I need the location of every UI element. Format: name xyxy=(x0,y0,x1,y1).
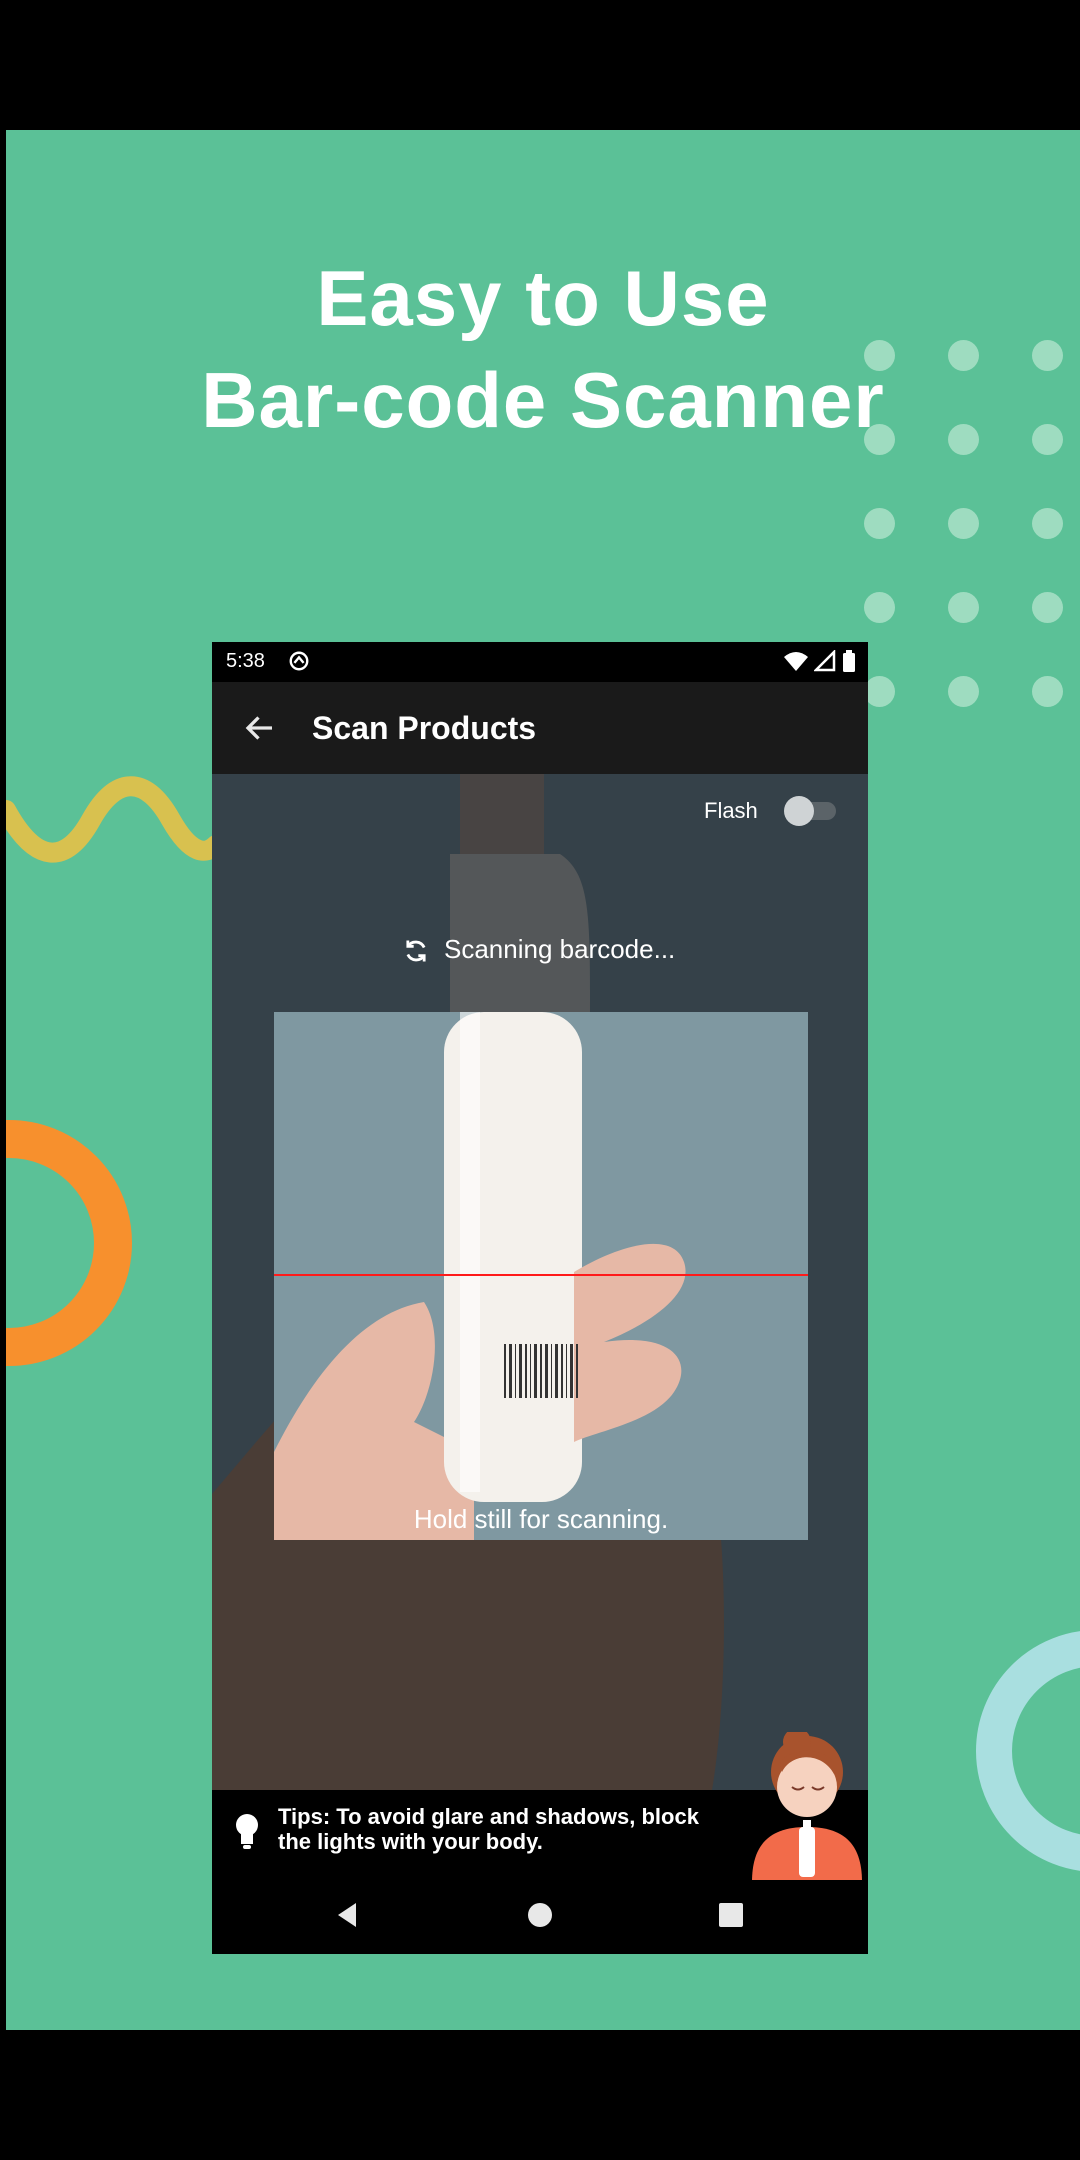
flash-toggle[interactable] xyxy=(784,796,840,826)
scan-frame xyxy=(274,1012,808,1540)
back-triangle-icon[interactable] xyxy=(332,1900,362,1930)
page-title: Scan Products xyxy=(312,710,537,746)
status-bar: 5:38 xyxy=(212,642,868,682)
back-arrow-icon[interactable] xyxy=(242,710,278,746)
status-time: 5:38 xyxy=(226,650,265,672)
recents-square-icon[interactable] xyxy=(716,1900,746,1930)
decorative-orange-ring xyxy=(6,1120,132,1366)
battery-icon xyxy=(843,650,855,672)
refresh-icon xyxy=(406,940,426,962)
hold-still-text: Hold still for scanning. xyxy=(413,1504,669,1534)
scan-line xyxy=(274,1274,808,1276)
lightbulb-icon xyxy=(236,1814,258,1849)
camera-viewfinder: Flash Scanning barcode... Hold still for… xyxy=(212,774,868,1790)
bottle-in-hand-image xyxy=(274,1012,686,1540)
decorative-teal-ring xyxy=(976,1630,1080,1872)
decorative-squiggle xyxy=(6,776,216,863)
system-icons xyxy=(783,648,856,678)
app-bar: Scan Products xyxy=(212,682,868,774)
headline-line1: Easy to Use xyxy=(316,254,770,342)
home-circle-icon[interactable] xyxy=(525,1900,555,1930)
flash-label: Flash xyxy=(704,798,758,823)
tips-text: Tips: To avoid glare and shadows, block … xyxy=(278,1804,699,1854)
signal-icon xyxy=(813,648,836,672)
promo-card: Easy to Use Bar-code Scanner 5:38 Scan P… xyxy=(6,130,1080,2030)
headline-line2: Bar-code Scanner xyxy=(201,356,885,444)
phone-screenshot: 5:38 Scan Products Flash Scanning barcod… xyxy=(212,642,868,1954)
sync-icon xyxy=(289,651,309,671)
mascot-illustration xyxy=(752,1732,862,1882)
wifi-icon xyxy=(783,652,808,671)
scanning-text: Scanning barcode... xyxy=(444,934,676,964)
scan-status: Scanning barcode... xyxy=(402,934,675,965)
system-nav-bar xyxy=(212,1880,868,1954)
flash-toggle-thumb xyxy=(784,796,814,826)
bottle-top-image xyxy=(450,774,590,1012)
